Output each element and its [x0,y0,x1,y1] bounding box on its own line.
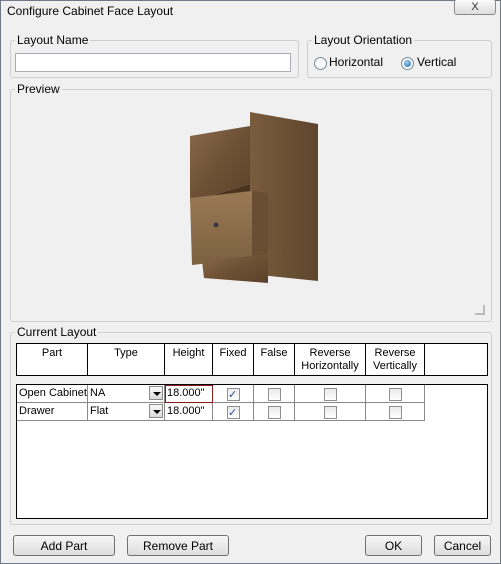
preview-group: Preview [10,82,492,322]
fixed-checkbox[interactable] [227,404,240,421]
column-header-reverse-vertically: Reverse Vertically [366,344,425,375]
column-header-spacer [425,344,487,375]
false-checkbox[interactable] [268,388,281,401]
column-header-reverse-horizontally: Reverse Horizontally [295,344,366,375]
layout-orientation-group: Layout Orientation Horizontal Vertical [307,33,492,78]
reverse-horizontally-cell [295,403,366,421]
horizontal-radio[interactable] [314,57,327,70]
false-cell [254,403,295,421]
resize-grip-icon[interactable] [475,305,485,315]
layout-table-body: Open Cabinet NA 18.000" Drawer Flat 18.0… [16,384,488,519]
close-button[interactable]: X [454,0,496,15]
column-header-false: False [254,344,295,375]
fixed-cell [213,403,254,421]
dialog-window: Configure Cabinet Face Layout X Layout N… [0,0,501,564]
cancel-button[interactable]: Cancel [434,535,491,556]
column-header-height: Height [165,344,213,375]
part-cell[interactable]: Drawer [17,403,88,421]
fixed-checkbox[interactable] [227,386,240,403]
current-layout-group: Current Layout Part Type Height Fixed Fa… [10,325,492,525]
table-row[interactable]: Drawer Flat 18.000" [17,403,425,421]
vertical-radio-label[interactable]: Vertical [417,55,456,69]
layout-orientation-label: Layout Orientation [312,33,415,47]
layout-table-header: Part Type Height Fixed False Reverse Hor… [16,343,488,376]
dropdown-arrow-icon[interactable] [149,404,163,418]
dropdown-arrow-icon[interactable] [149,386,163,400]
cabinet-preview-image [190,112,318,283]
remove-part-button[interactable]: Remove Part [127,535,229,556]
reverse-vertically-cell [366,403,425,421]
column-header-fixed: Fixed [213,344,254,375]
height-cell[interactable]: 18.000" [165,385,213,403]
window-title: Configure Cabinet Face Layout [7,4,174,18]
current-layout-label: Current Layout [15,325,99,339]
preview-canvas[interactable] [12,98,488,318]
reverse-horizontally-cell [295,385,366,403]
fixed-cell [213,385,254,403]
false-checkbox[interactable] [268,406,281,419]
type-combo[interactable]: NA [88,385,165,403]
column-header-part: Part [17,344,88,375]
part-cell[interactable]: Open Cabinet [17,385,88,403]
reverse-horizontally-checkbox[interactable] [324,388,337,401]
vertical-radio[interactable] [401,57,414,70]
reverse-vertically-checkbox[interactable] [389,406,402,419]
horizontal-radio-label[interactable]: Horizontal [329,55,383,69]
layout-name-label: Layout Name [15,33,91,47]
table-row[interactable]: Open Cabinet NA 18.000" [17,385,425,403]
layout-name-group: Layout Name [10,33,299,78]
reverse-vertically-checkbox[interactable] [389,388,402,401]
reverse-vertically-cell [366,385,425,403]
layout-name-input[interactable] [15,53,291,72]
preview-label: Preview [15,82,62,96]
reverse-horizontally-checkbox[interactable] [324,406,337,419]
false-cell [254,385,295,403]
type-combo-value: NA [90,387,106,399]
height-cell[interactable]: 18.000" [165,403,213,421]
title-bar: Configure Cabinet Face Layout X [1,0,500,21]
add-part-button[interactable]: Add Part [13,535,115,556]
column-header-type: Type [88,344,165,375]
ok-button[interactable]: OK [365,535,422,556]
type-combo[interactable]: Flat [88,403,165,421]
type-combo-value: Flat [90,405,109,417]
